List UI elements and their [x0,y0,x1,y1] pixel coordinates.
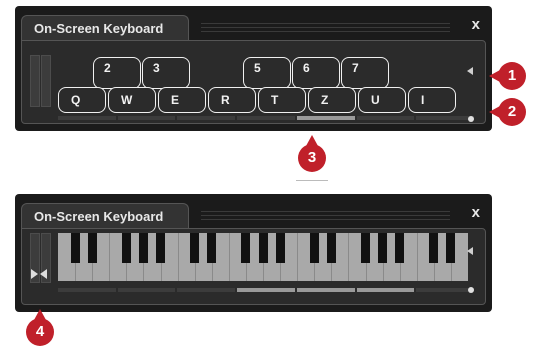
black-piano-key[interactable] [87,233,97,263]
callout-2: 2 [489,98,526,126]
black-piano-key[interactable] [207,233,217,263]
key-w[interactable]: W [108,87,156,113]
key-z[interactable]: Z [308,87,356,113]
key-2[interactable]: 2 [93,57,141,89]
meter-marker-right-icon [40,269,47,279]
panel-title-tab: On-Screen Keyboard [21,203,189,229]
piano-keyboard[interactable] [58,233,468,281]
keyboard-area: 2 3 5 6 7 Q W E R T Z U I [21,40,486,124]
close-button[interactable]: x [472,204,480,221]
key-r[interactable]: R [208,87,256,113]
keyboard-area [21,228,486,305]
callout-1: 1 [489,62,526,90]
black-piano-key[interactable] [138,233,148,263]
octave-range-bar[interactable] [58,116,475,120]
title-bar-grip [201,208,450,220]
black-piano-key[interactable] [258,233,268,263]
divider [296,180,328,181]
octave-range-bar[interactable] [58,288,475,292]
key-q[interactable]: Q [58,87,106,113]
key-t[interactable]: T [258,87,306,113]
key-u[interactable]: U [358,87,406,113]
piano-keyboard-panel: On-Screen Keyboard x [15,194,492,312]
white-key-divider [297,233,299,281]
keyboard-mode-arrow-icon[interactable] [467,67,473,75]
black-piano-key[interactable] [395,233,405,263]
key-3[interactable]: 3 [142,57,190,89]
key-i[interactable]: I [408,87,456,113]
black-piano-key[interactable] [361,233,370,263]
velocity-dot-icon[interactable] [468,116,474,122]
callout-4: 4 [26,309,54,346]
white-key-divider [228,233,230,281]
key-e[interactable]: E [158,87,206,113]
black-piano-key[interactable] [446,233,456,263]
meter-marker-left-icon [31,269,38,279]
keyboard-mode-arrow-icon[interactable] [467,247,473,255]
black-piano-key[interactable] [156,233,165,263]
black-piano-key[interactable] [326,233,336,263]
white-key-divider [177,233,179,281]
key-6[interactable]: 6 [292,57,340,89]
black-piano-key[interactable] [309,233,319,263]
white-key-divider [416,233,418,281]
black-piano-key[interactable] [429,233,439,263]
black-piano-key[interactable] [70,233,80,263]
black-piano-key[interactable] [378,233,388,263]
black-piano-key[interactable] [121,233,131,263]
white-key-divider [348,233,350,281]
key-7[interactable]: 7 [341,57,389,89]
key-5[interactable]: 5 [243,57,291,89]
velocity-meter-left [30,55,40,107]
title-bar-grip [201,20,450,32]
white-key-divider [109,233,111,281]
black-piano-key[interactable] [190,233,200,263]
callout-3: 3 [298,135,326,172]
black-piano-key[interactable] [241,233,251,263]
computer-keyboard-panel: On-Screen Keyboard x 2 3 5 6 7 Q W E R T… [15,6,492,131]
velocity-meter-right [41,55,51,107]
black-piano-key[interactable] [275,233,285,263]
panel-title-tab: On-Screen Keyboard [21,15,189,41]
close-button[interactable]: x [472,16,480,33]
velocity-dot-icon[interactable] [468,287,474,293]
